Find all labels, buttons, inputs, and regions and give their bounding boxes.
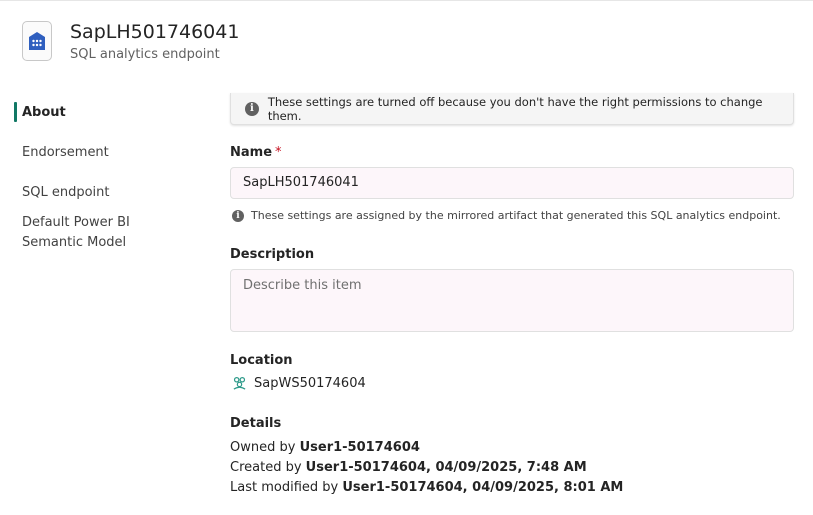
page-title: SapLH501746041 [70, 21, 240, 43]
modified-by-prefix: Last modified by [230, 480, 339, 495]
created-by-line: Created by User1-50174604, 04/09/2025, 7… [230, 459, 587, 477]
sidebar-item-sql-endpoint[interactable]: SQL endpoint [22, 183, 192, 203]
banner-text: These settings are turned off because yo… [267, 94, 763, 123]
name-label-text: Name [230, 145, 273, 160]
page-subtitle: SQL analytics endpoint [70, 47, 220, 62]
name-hint: i These settings are assigned by the mir… [232, 209, 781, 222]
name-field[interactable]: SapLH501746041 [230, 167, 794, 199]
info-icon: i [232, 209, 244, 222]
location-workspace[interactable]: SapWS50174604 [232, 376, 366, 391]
created-by-prefix: Created by [230, 460, 302, 475]
sidebar-item-about[interactable]: About [22, 103, 192, 123]
sql-endpoint-icon [22, 21, 52, 61]
owned-by-line: Owned by User1-50174604 [230, 439, 420, 457]
created-by-value: User1-50174604, 04/09/2025, 7:48 AM [305, 460, 587, 475]
details-label: Details [230, 416, 282, 431]
modified-by-value: User1-50174604, 04/09/2025, 8:01 AM [342, 480, 624, 495]
active-nav-indicator [14, 102, 17, 122]
modified-by-line: Last modified by User1-50174604, 04/09/2… [230, 479, 623, 497]
workspace-name: SapWS50174604 [254, 376, 366, 391]
info-icon: i [245, 101, 259, 116]
permission-banner: i These settings are turned off because … [230, 93, 794, 125]
owner-name: User1-50174604 [299, 440, 420, 455]
required-mark: * [275, 145, 282, 160]
description-label: Description [230, 247, 315, 262]
location-label: Location [230, 353, 293, 368]
name-label: Name * [230, 144, 282, 162]
name-hint-text: These settings are assigned by the mirro… [251, 209, 781, 222]
sidebar-item-default-semantic-model[interactable]: Default Power BI Semantic Model [22, 213, 192, 253]
top-divider [0, 0, 813, 1]
description-field[interactable] [230, 269, 794, 332]
owned-by-prefix: Owned by [230, 440, 296, 455]
workspace-icon [233, 376, 246, 390]
sidebar-item-endorsement[interactable]: Endorsement [22, 143, 192, 163]
